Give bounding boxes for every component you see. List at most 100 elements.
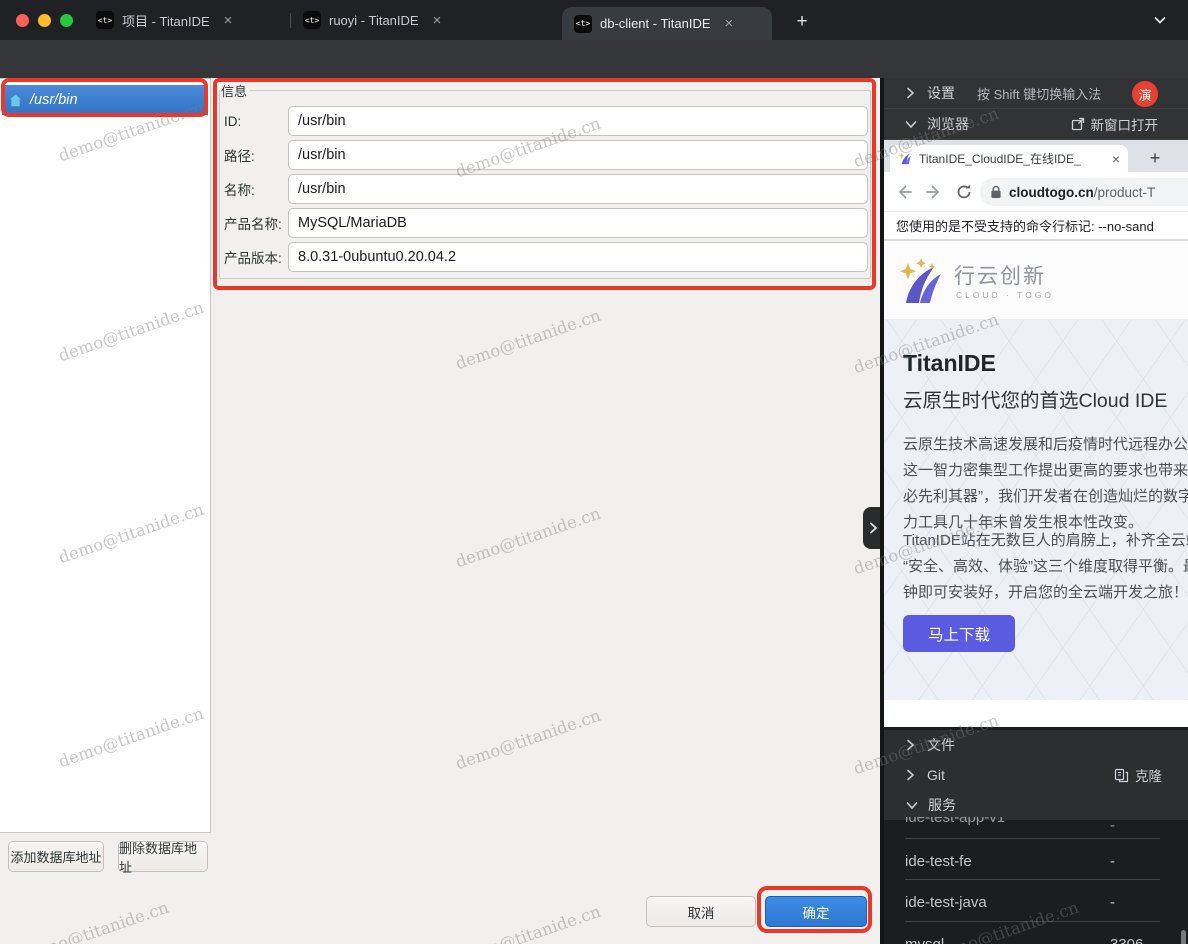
product-name-input[interactable]: MySQL/MariaDB — [288, 208, 868, 238]
brand-subtitle: CLOUD · TOGO — [956, 290, 1054, 300]
chevron-right-icon — [906, 87, 915, 99]
clone-icon — [1114, 768, 1129, 783]
database-list-item-selected[interactable]: /usr/bin — [2, 85, 208, 115]
service-port: - — [1110, 817, 1115, 834]
new-tab-button[interactable]: + — [790, 10, 814, 34]
close-icon[interactable]: × — [429, 12, 446, 29]
macos-close-button[interactable] — [16, 14, 29, 27]
cloudtogo-header: 行云创新 CLOUD · TOGO — [884, 243, 1188, 320]
path-input[interactable]: /usr/bin — [288, 140, 868, 170]
forward-icon[interactable] — [924, 182, 944, 202]
id-label: ID: — [224, 114, 288, 129]
form-row: 名称: /usr/bin — [224, 174, 868, 204]
tab-project[interactable]: <t> 项目 - TitanIDE × — [96, 0, 236, 40]
inner-browser-toolbar: cloudtogo.cn/product-T — [884, 172, 1188, 212]
inner-new-tab-button[interactable]: + — [1142, 145, 1168, 171]
browser-toolbar: try.titanide.cn/ide/web/coding/db-client… — [0, 40, 1188, 78]
settings-label: 设置 — [927, 83, 955, 103]
tab-separator — [290, 13, 291, 28]
service-name: ide-test-app-v1 — [905, 817, 1005, 826]
reload-icon[interactable] — [954, 182, 974, 202]
cloudtogo-favicon-icon — [898, 151, 913, 166]
add-database-button[interactable]: 添加数据库地址 — [8, 841, 104, 872]
open-new-window-icon — [1071, 117, 1085, 131]
database-item-label: /usr/bin — [30, 92, 78, 108]
browser-section-row[interactable]: 浏览器 新窗口打开 — [884, 109, 1188, 140]
cancel-button[interactable]: 取消 — [646, 896, 756, 927]
path-label: 路径: — [224, 145, 288, 165]
row-divider — [905, 879, 1160, 880]
inner-tab-title: TitanIDE_CloudIDE_在线IDE_ — [919, 150, 1106, 167]
form-row: 路径: /usr/bin — [224, 140, 868, 170]
chevron-down-icon — [905, 120, 917, 129]
tab-title: 项目 - TitanIDE — [122, 11, 210, 30]
form-row: 产品名称: MySQL/MariaDB — [224, 208, 868, 238]
ide-side-panel: 设置 按 Shift 键切换输入法 演 浏览器 新窗口打开 TitanIDE_C… — [884, 78, 1188, 944]
tab-search-chevron-icon[interactable] — [1152, 12, 1168, 33]
back-icon[interactable] — [894, 182, 914, 202]
service-row[interactable]: ide-test-app-v1 - — [884, 817, 1188, 835]
inner-url-host: cloudtogo.cn — [1009, 185, 1094, 200]
files-section-row[interactable]: 文件 — [884, 730, 1188, 760]
titanide-favicon-icon: <t> — [303, 11, 321, 29]
service-name: ide-test-fe — [905, 853, 972, 870]
info-groupbox: 信息 ID: /usr/bin 路径: /usr/bin 名称: /usr/bi… — [219, 81, 871, 279]
product-name-label: 产品名称: — [224, 213, 288, 233]
id-input[interactable]: /usr/bin — [288, 106, 868, 136]
form-row: 产品版本: 8.0.31-0ubuntu0.20.04.2 — [224, 242, 868, 272]
chevron-right-icon — [906, 769, 915, 781]
macos-zoom-button[interactable] — [60, 14, 73, 27]
services-label: 服务 — [928, 795, 956, 815]
inner-url-path: /product-T — [1094, 185, 1156, 200]
demo-badge: 演 — [1132, 81, 1158, 107]
info-legend: 信息 — [220, 81, 250, 100]
cloudtogo-logo-icon — [894, 255, 950, 311]
database-list: /usr/bin — [0, 78, 211, 833]
download-button[interactable]: 马上下载 — [903, 615, 1015, 652]
close-icon[interactable]: × — [721, 15, 738, 32]
services-section-row[interactable]: 服务 — [884, 790, 1188, 820]
lock-icon — [990, 185, 1002, 199]
git-label: Git — [927, 767, 945, 783]
titanide-favicon-icon: <t> — [96, 11, 114, 29]
open-new-window-button[interactable]: 新窗口打开 — [1071, 114, 1159, 134]
row-divider — [905, 838, 1160, 839]
hero-title: TitanIDE — [903, 350, 996, 377]
git-clone-button[interactable]: 克隆 — [1114, 765, 1162, 785]
cloudtogo-hero: TitanIDE 云原生时代您的首选Cloud IDE 云原生技术高速发展和后疫… — [884, 320, 1188, 700]
row-divider — [905, 921, 1160, 922]
inner-tabstrip: TitanIDE_CloudIDE_在线IDE_ × + — [884, 140, 1188, 172]
delete-database-button[interactable]: 删除数据库地址 — [118, 841, 208, 872]
hero-paragraph-1: 云原生技术高速发展和后疫情时代远程办公等趋 这一智力密集型工作提出更高的要求也带… — [903, 432, 1188, 536]
product-version-label: 产品版本: — [224, 247, 288, 267]
ok-button[interactable]: 确定 — [765, 896, 867, 927]
git-section-row[interactable]: Git 克隆 — [884, 760, 1188, 790]
product-version-input[interactable]: 8.0.31-0ubuntu0.20.04.2 — [288, 242, 868, 272]
macos-minimize-button[interactable] — [38, 14, 51, 27]
service-port: - — [1110, 853, 1115, 870]
files-label: 文件 — [927, 735, 955, 755]
inner-browser-tab[interactable]: TitanIDE_CloudIDE_在线IDE_ × — [890, 145, 1128, 172]
tab-db-client-active[interactable]: <t> db-client - TitanIDE × — [562, 7, 772, 40]
service-port: - — [1110, 894, 1115, 911]
hero-subtitle: 云原生时代您的首选Cloud IDE — [903, 384, 1167, 413]
close-icon[interactable]: × — [1112, 151, 1120, 167]
page-bottom-strip — [884, 700, 1188, 727]
sandbox-warning-bar: 您使用的是不受支持的命令行标记: --no-sand — [884, 212, 1188, 241]
tab-title: db-client - TitanIDE — [600, 16, 711, 31]
scrollbar-thumb[interactable] — [1181, 930, 1186, 944]
chevron-down-icon — [906, 801, 918, 810]
close-icon[interactable]: × — [220, 12, 237, 29]
ide-explorer: 文件 Git 克隆 服务 ide-test-app-v1 - — [884, 727, 1188, 944]
inner-address-bar[interactable]: cloudtogo.cn/product-T — [980, 178, 1188, 206]
service-name: mysql — [905, 936, 944, 944]
browser-tabbar: <t> 项目 - TitanIDE × <t> ruoyi - TitanIDE… — [0, 0, 1188, 40]
git-clone-label: 克隆 — [1135, 765, 1162, 785]
name-input[interactable]: /usr/bin — [288, 174, 868, 204]
tab-ruoyi[interactable]: <t> ruoyi - TitanIDE × — [303, 0, 445, 40]
browser-label: 浏览器 — [927, 114, 969, 134]
db-client-window: /usr/bin 信息 ID: /usr/bin 路径: /usr/bin 名称… — [0, 78, 880, 944]
hero-paragraph-2: TitanIDE站在无数巨人的肩膀上，补齐全云端开 “安全、高效、体验”这三个维… — [903, 528, 1188, 606]
form-row: ID: /usr/bin — [224, 106, 868, 136]
name-label: 名称: — [224, 179, 288, 199]
